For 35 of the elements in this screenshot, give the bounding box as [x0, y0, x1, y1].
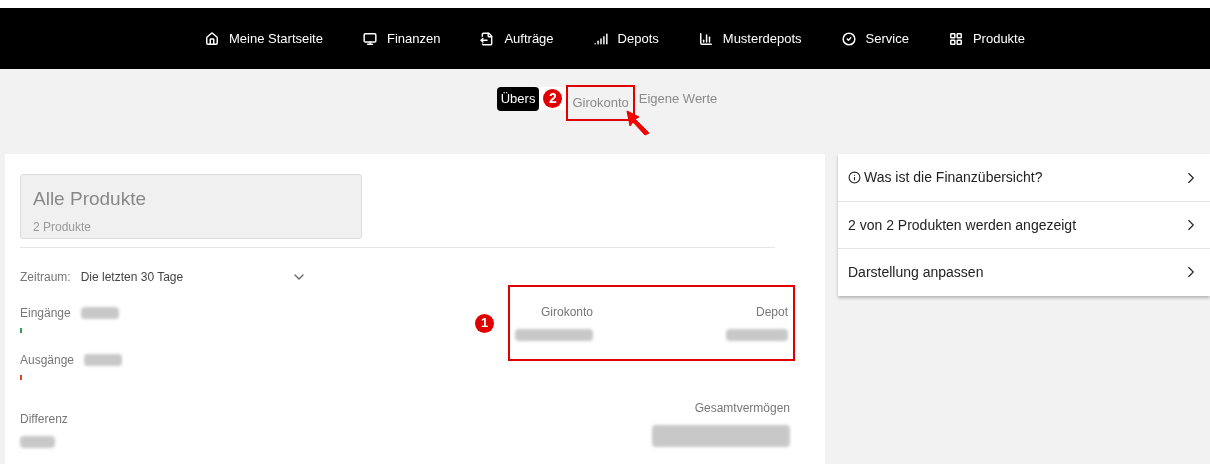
- nav-link[interactable]: Depots: [593, 28, 659, 49]
- step-marker: 2: [539, 87, 567, 110]
- redacted-value: [726, 329, 788, 341]
- account-label: Depot: [755, 304, 788, 321]
- side-menu-item[interactable]: Was ist die Finanzübersicht?: [838, 154, 1210, 201]
- selector-title: Alle Produkte: [33, 187, 146, 211]
- redacted-value: [20, 436, 55, 448]
- check-circle-icon: [841, 31, 856, 46]
- export-icon: [480, 31, 495, 46]
- side-menu-item[interactable]: Darstellung anpassen: [838, 248, 1210, 295]
- nav-link[interactable]: Finanzen: [362, 28, 441, 49]
- flow-label: Ausgänge: [20, 352, 75, 369]
- selector-subtitle: 2 Produkte: [33, 218, 92, 236]
- nav-link[interactable]: Meine Startseite: [205, 28, 323, 49]
- flow-label: Eingänge: [20, 305, 71, 322]
- side-menu-item[interactable]: 2 von 2 Produkten werden angezeigt: [838, 201, 1210, 248]
- home-icon: [205, 31, 219, 46]
- tab[interactable]: Übers: [496, 87, 540, 111]
- monitor-icon: [362, 31, 377, 46]
- account-label: Girokonto: [540, 304, 593, 321]
- period-label: Zeitraum:: [20, 269, 71, 286]
- nav-link[interactable]: Service: [841, 28, 909, 49]
- redacted-value: [80, 307, 119, 319]
- signal-icon: [593, 31, 608, 46]
- info-icon: [848, 171, 861, 184]
- total-label: Gesamtvermögen: [694, 400, 790, 417]
- nav-link[interactable]: Musterdepots: [698, 28, 802, 49]
- grid-icon: [948, 31, 963, 46]
- difference-label: Differenz: [20, 412, 68, 426]
- nav-link[interactable]: Aufträge: [480, 28, 554, 49]
- period-dropdown[interactable]: Die letzten 30 Tage: [80, 268, 308, 286]
- bar-chart-icon: [698, 31, 713, 46]
- step-marker: 1: [475, 313, 494, 333]
- redacted-value: [84, 354, 123, 366]
- nav-link[interactable]: Produkte: [948, 28, 1025, 49]
